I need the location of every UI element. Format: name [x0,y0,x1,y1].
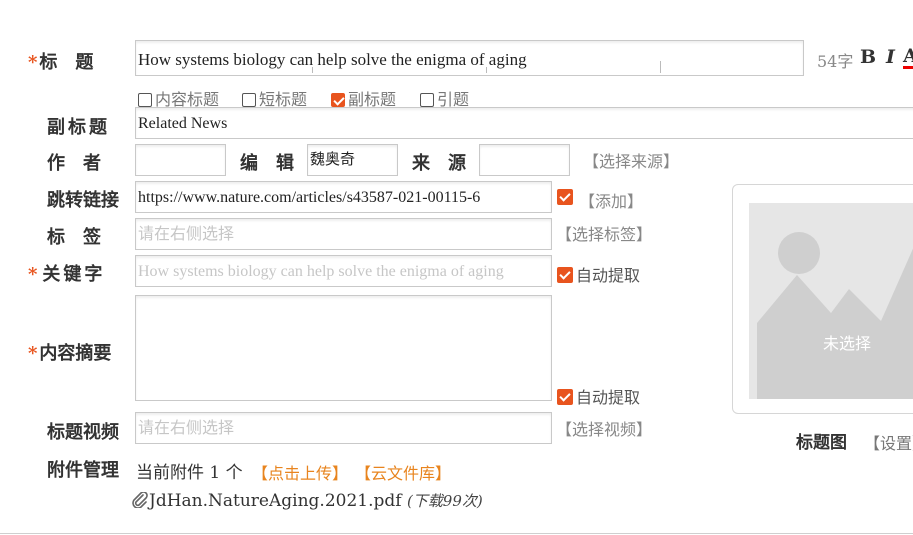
title-image-box[interactable]: 未选择 [732,184,913,414]
required-marker: * [28,343,38,364]
subtitle-label: 副标题 [47,117,110,138]
title-video-label: 标题视频 [47,422,119,443]
ruler-tick [660,61,661,73]
author-input[interactable] [135,144,226,176]
italic-button[interactable]: I [886,46,895,68]
tags-label: 标 签 [47,227,101,248]
checkbox-checked[interactable] [557,267,573,283]
paperclip-icon [131,491,149,513]
checkbox[interactable] [420,93,434,107]
upload-link[interactable]: 【点击上传】 [252,460,348,484]
ruler-tick [486,67,487,73]
download-count: (下载99次) [406,492,483,510]
attachment-file[interactable]: JdHan.NatureAging.2021.pdf (下载99次) [131,490,483,513]
checkbox[interactable] [138,93,152,107]
source-input[interactable] [479,144,570,176]
required-marker: * [28,52,38,73]
checkbox-checked[interactable] [557,389,573,405]
title-video-input[interactable]: 请在右侧选择 [135,412,552,444]
title-image-label: 标题图 [796,433,847,453]
author-label: 作 者 [47,153,101,174]
abstract-textarea[interactable] [135,295,552,401]
redirect-label: 跳转链接 [47,190,119,211]
select-tags-link[interactable]: 【选择标签】 [556,221,652,245]
image-placeholder-text: 未选择 [823,334,872,353]
keywords-input[interactable]: How systems biology can help solve the e… [135,255,552,287]
abstract-label: * 内容摘要 [28,343,112,364]
cloud-library-link[interactable]: 【云文件库】 [355,460,451,484]
title-input[interactable]: How systems biology can help solve the e… [135,40,804,76]
keywords-auto-extract[interactable]: 自动提取 [557,262,640,286]
landscape-icon [757,232,913,399]
bottom-divider [0,533,913,534]
redirect-input[interactable]: https://www.nature.com/articles/s43587-0… [135,181,552,213]
title-image-settings-link[interactable]: 【设置】 [864,430,913,454]
keywords-label: * 关键字 [28,264,106,285]
title-label: * 标 题 [28,52,94,73]
attachments-count: 当前附件 1 个 [136,463,243,483]
char-count: 54字 [817,52,854,71]
source-label: 来 源 [412,153,466,174]
select-video-link[interactable]: 【选择视频】 [556,416,652,440]
checkbox[interactable] [242,93,256,107]
editor-label: 编 辑 [240,153,294,174]
select-source-link[interactable]: 【选择来源】 [583,148,679,172]
image-placeholder: 未选择 [749,203,913,399]
color-button[interactable]: A [903,46,913,69]
redirect-checkbox[interactable] [557,188,576,207]
editor-input[interactable]: 魏奥奇 [307,144,398,176]
attachments-label: 附件管理 [47,460,119,481]
tags-input[interactable]: 请在右侧选择 [135,218,552,250]
bold-button[interactable]: B [860,46,876,68]
abstract-auto-extract[interactable]: 自动提取 [557,384,640,408]
required-marker: * [28,264,41,285]
ruler-tick [312,67,313,73]
subtitle-input[interactable]: Related News [135,107,913,139]
add-link[interactable]: 【添加】 [579,188,643,212]
checkbox-checked[interactable] [331,93,345,107]
checkbox-checked[interactable] [557,189,573,205]
